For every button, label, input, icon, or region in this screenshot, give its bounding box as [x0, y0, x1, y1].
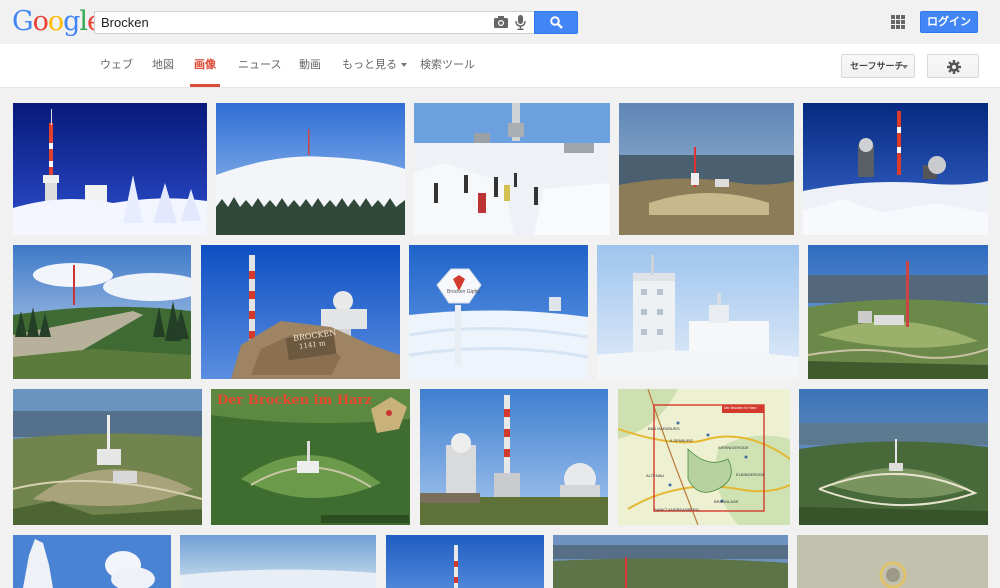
image-result[interactable] [414, 103, 610, 235]
map-town-label: SANKT ANDREASBERG [654, 507, 699, 512]
image-result[interactable] [180, 535, 376, 588]
search-input[interactable] [95, 12, 475, 33]
tab-news[interactable]: ニュース [238, 44, 281, 87]
harz-title-text: Der Brocken im Harz [217, 393, 372, 408]
tab-images[interactable]: 画像 [190, 44, 220, 87]
logo-letter: l [79, 6, 88, 37]
apps-grid-icon[interactable] [891, 15, 905, 29]
tab-web[interactable]: ウェブ [100, 44, 133, 87]
tab-videos[interactable]: 動画 [299, 44, 321, 87]
tab-more[interactable]: もっと見る [342, 44, 407, 87]
logo-letter: G [12, 6, 34, 37]
image-result[interactable] [13, 389, 202, 525]
camera-icon[interactable] [494, 16, 508, 28]
map-town-label: ILSENBURG [670, 438, 694, 443]
image-result[interactable]: Der Brocken im Harz [211, 389, 410, 525]
image-result[interactable] [799, 389, 988, 525]
search-button[interactable] [534, 11, 578, 34]
google-logo[interactable]: Google [12, 6, 103, 37]
chevron-down-icon [902, 65, 908, 69]
top-header: Google ログイン [0, 0, 1000, 44]
image-result[interactable] [619, 103, 794, 235]
image-result[interactable] [13, 245, 191, 379]
map-town-label: BAD HARZBURG [648, 426, 680, 431]
tab-maps[interactable]: 地図 [152, 44, 174, 87]
map-region-text: Der Brocken im Harz [724, 406, 757, 410]
image-result[interactable] [797, 535, 988, 588]
safesearch-button[interactable]: セーフサーチ [841, 54, 915, 78]
login-button[interactable]: ログイン [920, 11, 978, 33]
image-result[interactable] [13, 535, 171, 588]
image-result[interactable]: BROCKEN 1141 m [201, 245, 400, 379]
image-results-grid: BROCKEN 1141 m Brocken Gipfel Der Brocke… [0, 88, 1000, 588]
image-result[interactable] [13, 103, 207, 235]
image-result[interactable] [553, 535, 788, 588]
image-result[interactable]: Brocken Gipfel [409, 245, 588, 379]
image-result[interactable]: Der Brocken im Harz BAD HARZBURG ILSENBU… [618, 389, 790, 525]
search-tabs-bar: ウェブ 地図 画像 ニュース 動画 もっと見る 検索ツール セーフサーチ [0, 44, 1000, 88]
image-result[interactable] [808, 245, 988, 379]
logo-letter: o [32, 6, 49, 37]
map-town-label: ELBINGERODE [736, 472, 765, 477]
microphone-icon[interactable] [515, 15, 526, 30]
board-sign-text: Brocken Gipfel [447, 289, 480, 295]
logo-letter: o [47, 6, 64, 37]
image-result[interactable] [420, 389, 608, 525]
map-town-label: BRAUNLAGE [714, 499, 739, 504]
gear-icon [947, 60, 961, 74]
logo-letter: g [63, 6, 80, 37]
image-result[interactable] [597, 245, 799, 379]
image-result[interactable] [216, 103, 405, 235]
map-town-label: ALTENAU [646, 473, 665, 478]
settings-button[interactable] [927, 54, 979, 78]
image-result[interactable] [803, 103, 988, 235]
search-box [94, 11, 534, 34]
map-town-label: WERNIGERODE [718, 445, 749, 450]
image-result[interactable] [386, 535, 544, 588]
tab-search-tools[interactable]: 検索ツール [420, 44, 475, 87]
search-icon [550, 16, 563, 29]
chevron-down-icon [401, 63, 407, 68]
